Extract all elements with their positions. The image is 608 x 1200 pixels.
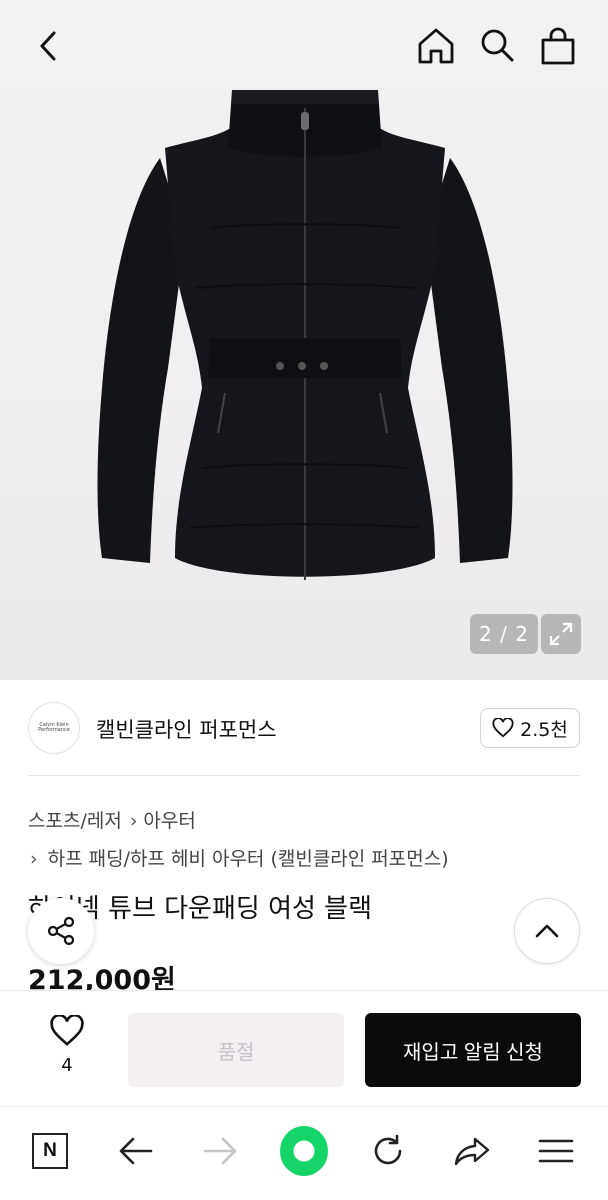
sub-category[interactable]: › 하프 패딩/하프 헤비 아우터 (캘빈클라인 퍼포먼스) bbox=[28, 844, 449, 871]
chevron-right-icon: › bbox=[30, 848, 38, 870]
green-dot-button[interactable] bbox=[280, 1126, 328, 1176]
back-button[interactable] bbox=[28, 26, 68, 66]
browser-forward-button[interactable] bbox=[196, 1127, 244, 1175]
hamburger-menu-icon bbox=[538, 1139, 574, 1163]
brand-like-button[interactable]: 2.5천 bbox=[480, 708, 580, 748]
sub-category-label: 하프 패딩/하프 헤비 아우터 (캘빈클라인 퍼포먼스) bbox=[47, 848, 449, 870]
expand-icon bbox=[549, 622, 573, 646]
top-navigation-bar bbox=[0, 0, 608, 92]
heart-icon bbox=[50, 1013, 84, 1046]
search-button[interactable] bbox=[476, 24, 518, 66]
shopping-bag-icon bbox=[541, 27, 575, 65]
naver-n-icon: N bbox=[32, 1133, 68, 1169]
naver-home-button[interactable]: N bbox=[26, 1127, 74, 1175]
refresh-icon bbox=[374, 1134, 402, 1165]
arrow-right-icon bbox=[203, 1137, 237, 1165]
breadcrumb: 스포츠/레저 › 아우터 bbox=[28, 806, 196, 833]
breadcrumb-level1[interactable]: 스포츠/레저 bbox=[28, 810, 122, 832]
chevron-up-icon bbox=[535, 924, 559, 938]
browser-toolbar: N bbox=[0, 1106, 608, 1200]
wishlist-button[interactable]: 4 bbox=[36, 1013, 98, 1085]
product-photo bbox=[97, 90, 513, 580]
scroll-top-button[interactable] bbox=[514, 898, 580, 964]
image-counter: 2 / 2 bbox=[470, 614, 538, 654]
browser-back-button[interactable] bbox=[112, 1127, 160, 1175]
brand-like-count: 2.5천 bbox=[520, 718, 568, 741]
fullscreen-button[interactable] bbox=[541, 614, 581, 654]
cart-button[interactable] bbox=[536, 24, 580, 68]
purchase-bar: 4 품절 재입고 알림 신청 bbox=[0, 990, 608, 1106]
search-icon bbox=[481, 29, 514, 62]
home-icon bbox=[418, 28, 454, 64]
divider bbox=[28, 775, 580, 776]
brand-logo-text: Calvin Klein Performance bbox=[38, 721, 70, 733]
breadcrumb-level2[interactable]: 아우터 bbox=[143, 810, 195, 832]
brand-logo[interactable]: Calvin Klein Performance bbox=[28, 702, 80, 754]
wishlist-count: 4 bbox=[61, 1055, 73, 1076]
share-button[interactable] bbox=[28, 898, 94, 964]
arrow-left-icon bbox=[119, 1137, 153, 1165]
soldout-button[interactable]: 품절 bbox=[128, 1013, 344, 1087]
home-button[interactable] bbox=[414, 24, 458, 68]
heart-icon bbox=[492, 718, 514, 738]
product-image-gallery[interactable]: 2 / 2 bbox=[0, 0, 608, 680]
refresh-button[interactable] bbox=[364, 1127, 412, 1175]
restock-alert-button[interactable]: 재입고 알림 신청 bbox=[365, 1013, 581, 1087]
menu-button[interactable] bbox=[532, 1127, 580, 1175]
chevron-left-icon bbox=[40, 31, 56, 61]
brand-row: Calvin Klein Performance 캘빈클라인 퍼포먼스 2.5천 bbox=[28, 702, 580, 756]
share-page-button[interactable] bbox=[448, 1127, 496, 1175]
share-icon bbox=[47, 916, 75, 946]
green-dot-icon bbox=[280, 1126, 328, 1176]
share-arrow-icon bbox=[454, 1137, 490, 1166]
brand-name[interactable]: 캘빈클라인 퍼포먼스 bbox=[96, 714, 277, 744]
chevron-right-icon: › bbox=[129, 810, 138, 832]
